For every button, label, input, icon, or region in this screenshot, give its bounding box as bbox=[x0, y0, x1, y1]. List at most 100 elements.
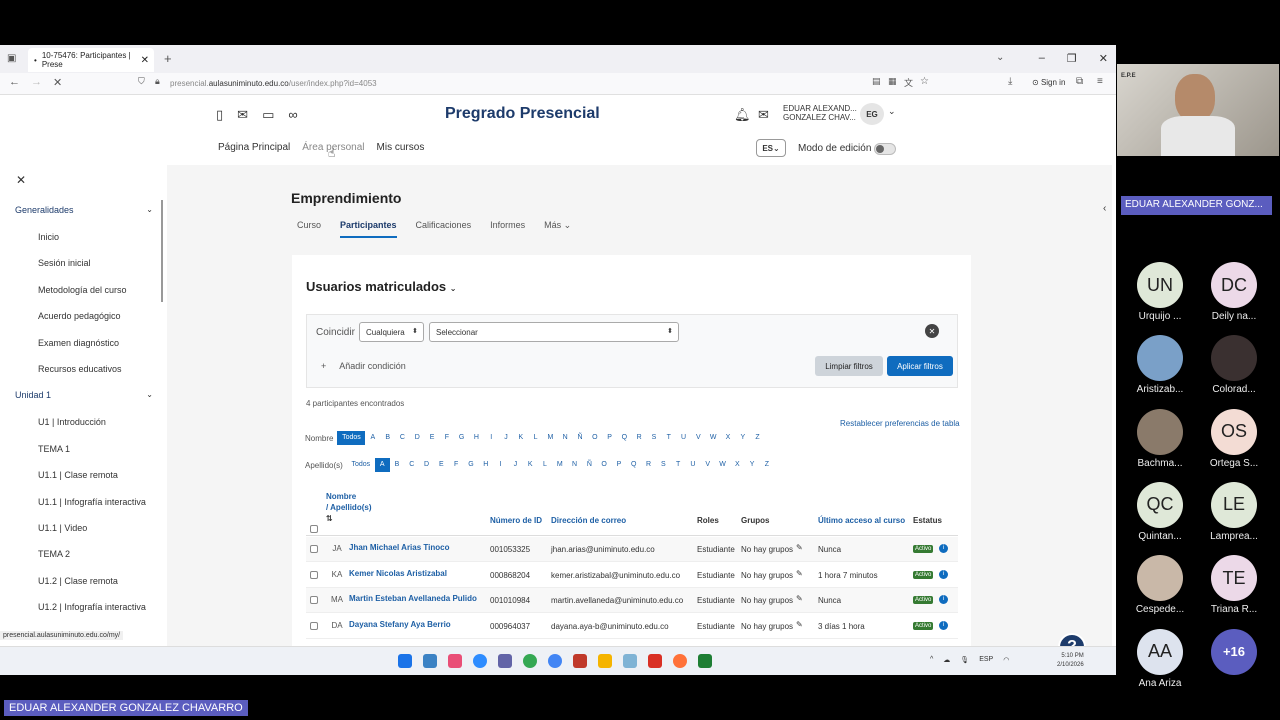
row-checkbox[interactable] bbox=[310, 596, 318, 605]
notifications-bell-icon[interactable]: 🔔︎ bbox=[734, 107, 751, 123]
close-window-icon[interactable]: ✕ bbox=[1099, 52, 1108, 65]
initial-letter[interactable]: S bbox=[647, 431, 662, 445]
file-explorer-icon[interactable] bbox=[598, 654, 612, 668]
filezilla-icon[interactable] bbox=[573, 654, 587, 668]
new-tab-icon[interactable]: + bbox=[164, 51, 172, 66]
initial-letter[interactable]: F bbox=[439, 431, 454, 445]
col-id-number[interactable]: Número de ID bbox=[490, 516, 542, 525]
initial-letter[interactable]: I bbox=[484, 431, 499, 445]
acrobat-icon[interactable] bbox=[648, 654, 662, 668]
initial-letter[interactable]: Q bbox=[626, 458, 641, 472]
initial-letter[interactable]: B bbox=[390, 458, 405, 472]
extensions-icon[interactable]: ⧉ bbox=[1076, 76, 1083, 87]
apply-filters-button[interactable]: Aplicar filtros bbox=[887, 356, 953, 376]
initial-letter[interactable]: H bbox=[469, 431, 484, 445]
initial-letter[interactable]: Y bbox=[735, 431, 750, 445]
sort-asc-icon[interactable]: ⇅ bbox=[326, 514, 333, 523]
initial-letter[interactable]: A bbox=[374, 458, 390, 472]
outlook-icon[interactable] bbox=[423, 654, 437, 668]
meeting-participant[interactable]: Aristizab... bbox=[1125, 335, 1195, 395]
initial-letter[interactable]: O bbox=[597, 458, 612, 472]
meeting-participant[interactable]: +16 bbox=[1199, 628, 1269, 678]
initial-letter[interactable]: Q bbox=[617, 431, 632, 445]
initial-letter[interactable]: T bbox=[671, 458, 686, 472]
participant-name-link[interactable]: Martin Esteban Avellaneda Pulido bbox=[349, 594, 477, 603]
initial-letter[interactable]: W bbox=[715, 458, 730, 472]
initial-letter[interactable]: K bbox=[513, 431, 528, 445]
document-icon[interactable]: ▭ bbox=[262, 107, 274, 123]
add-condition-button[interactable]: + Añadir condición bbox=[321, 361, 406, 371]
initial-letter[interactable]: C bbox=[404, 458, 419, 472]
initial-letter[interactable]: M bbox=[552, 458, 567, 472]
initial-letter[interactable]: I bbox=[493, 458, 508, 472]
pencil-icon[interactable]: ✎ bbox=[796, 620, 803, 629]
book-icon[interactable]: ▯ bbox=[216, 107, 223, 123]
meeting-participant[interactable]: LE Lamprea... bbox=[1199, 481, 1269, 542]
meeting-participant[interactable]: TE Triana R... bbox=[1199, 555, 1269, 615]
participant-name-link[interactable]: Jhan Michael Arias Tinoco bbox=[349, 543, 449, 552]
initial-letter[interactable]: X bbox=[721, 431, 736, 445]
menu-icon[interactable]: ≡ bbox=[1097, 76, 1103, 87]
meeting-participant[interactable]: Cespede... bbox=[1125, 555, 1195, 615]
tab-dropdown-icon[interactable]: ⌄ bbox=[996, 52, 1004, 63]
drawer-item[interactable]: Metodología del curso bbox=[38, 285, 127, 295]
mail-icon[interactable]: ✉ bbox=[237, 107, 248, 123]
initial-letter[interactable]: E bbox=[425, 431, 440, 445]
initial-letter[interactable]: G bbox=[464, 458, 479, 472]
drawer-item[interactable]: U1.1 | Video bbox=[38, 523, 87, 533]
drawer-item[interactable]: Inicio bbox=[38, 232, 59, 242]
initial-letter[interactable]: Ñ bbox=[582, 458, 597, 472]
tab-course[interactable]: Curso bbox=[297, 220, 321, 238]
link-icon[interactable]: ∞ bbox=[288, 107, 297, 123]
initial-letter[interactable]: L bbox=[538, 458, 553, 472]
clear-filters-button[interactable]: Limpiar filtros bbox=[815, 356, 883, 376]
initial-letter[interactable]: H bbox=[478, 458, 493, 472]
initial-letter[interactable]: U bbox=[676, 431, 691, 445]
initial-letter[interactable]: V bbox=[691, 431, 706, 445]
chevron-down-icon[interactable]: ⌄ bbox=[888, 106, 896, 117]
info-icon[interactable]: i bbox=[939, 544, 948, 553]
drawer-item[interactable]: U1.1 | Clase remota bbox=[38, 470, 118, 480]
initial-letter[interactable]: R bbox=[632, 431, 647, 445]
meeting-participant[interactable]: DC Deily na... bbox=[1199, 262, 1269, 322]
drawer-item[interactable]: TEMA 2 bbox=[38, 549, 70, 559]
nav-my-courses[interactable]: Mis cursos bbox=[377, 142, 425, 153]
participant-name-link[interactable]: Dayana Stefany Aya Berrio bbox=[349, 620, 451, 629]
select-all-checkbox[interactable] bbox=[310, 525, 318, 533]
drawer-section[interactable]: Generalidades ⌄ bbox=[15, 205, 153, 215]
tray-chevron-icon[interactable]: ^ bbox=[930, 656, 933, 664]
translate-icon[interactable]: 文 bbox=[904, 76, 913, 89]
minimize-icon[interactable]: – bbox=[1039, 52, 1045, 65]
network-app-icon[interactable] bbox=[623, 654, 637, 668]
info-icon[interactable]: i bbox=[939, 569, 948, 579]
initial-all[interactable]: Todos bbox=[347, 458, 375, 472]
initial-letter[interactable]: Z bbox=[750, 431, 765, 445]
drawer-item[interactable]: Examen diagnóstico bbox=[38, 338, 119, 348]
drawer-item[interactable]: TEMA 1 bbox=[38, 444, 70, 454]
drawer-item[interactable]: U1.2 | Clase remota bbox=[38, 576, 118, 586]
initial-letter[interactable]: Ñ bbox=[573, 431, 588, 445]
meeting-participant[interactable]: OS Ortega S... bbox=[1199, 408, 1269, 469]
start-icon[interactable] bbox=[398, 654, 412, 668]
chrome-profile-icon[interactable] bbox=[548, 654, 562, 668]
col-first-name[interactable]: Nombre bbox=[326, 492, 356, 501]
remove-filter-icon[interactable]: ✕ bbox=[925, 324, 939, 338]
close-drawer-icon[interactable]: ✕ bbox=[16, 173, 26, 187]
reader-icon[interactable]: ▤ bbox=[872, 76, 881, 87]
drawer-item[interactable]: Recursos educativos bbox=[38, 364, 122, 374]
shield-icon[interactable]: ⛉ bbox=[138, 76, 145, 87]
initial-letter[interactable]: S bbox=[656, 458, 671, 472]
initial-letter[interactable]: D bbox=[419, 458, 434, 472]
close-tab-icon[interactable]: ✕ bbox=[141, 55, 149, 66]
initial-letter[interactable]: A bbox=[365, 431, 380, 445]
language-selector[interactable]: ES ⌄ bbox=[756, 139, 786, 157]
system-clock[interactable]: 5:10 PM 2/10/2026 bbox=[1057, 652, 1084, 670]
initial-letter[interactable]: X bbox=[730, 458, 745, 472]
tab-grades[interactable]: Calificaciones bbox=[416, 220, 472, 238]
pencil-icon[interactable]: ✎ bbox=[796, 543, 803, 552]
firefox-icon[interactable] bbox=[673, 654, 687, 668]
drawer-item[interactable]: U1.2 | Infografía interactiva bbox=[38, 602, 146, 612]
initial-letter[interactable]: G bbox=[454, 431, 469, 445]
initial-letter[interactable]: L bbox=[528, 431, 543, 445]
nav-home[interactable]: Página Principal bbox=[218, 142, 290, 153]
